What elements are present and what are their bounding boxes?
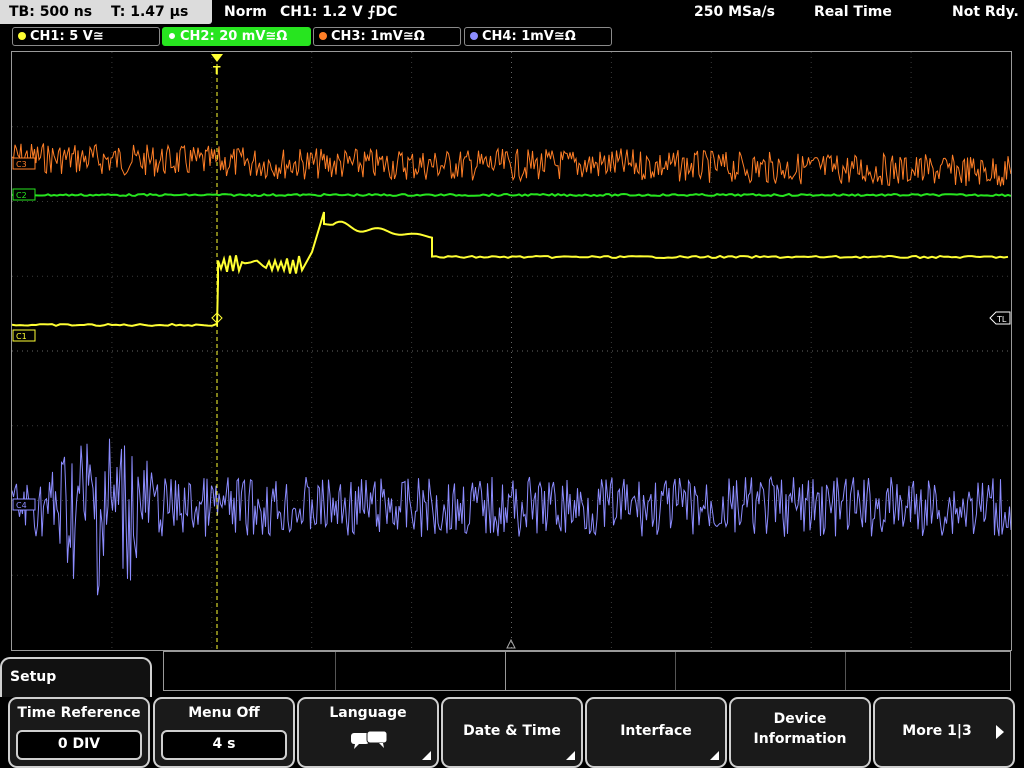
menu-title: Setup (0, 657, 152, 697)
speech-bubble-icon (351, 730, 388, 749)
ch3-offset-marker[interactable]: C3 (12, 157, 36, 170)
softkey-label: Language (329, 705, 407, 721)
channel-tab-ch1[interactable]: CH1: 5 V≅ (12, 27, 160, 46)
sample-rate: 250 MSa/s (694, 4, 776, 20)
channel-tabs: CH1: 5 V≅ CH2: 20 mV≅Ω CH3: 1mV≅Ω CH4: 1… (0, 25, 1024, 49)
trigger-info[interactable]: CH1: 1.2 V ⨍DC (280, 0, 397, 24)
svg-text:T: T (213, 64, 221, 77)
submenu-indicator-icon (566, 751, 575, 760)
submenu-indicator-icon (422, 751, 431, 760)
softkey-label-line1: Device (773, 711, 827, 727)
softkey-label: Date & Time (463, 723, 561, 739)
waveform-canvas[interactable]: C3 C2 C1 C4 TL T (12, 52, 1011, 650)
submenu-indicator-icon (710, 751, 719, 760)
ch2-color-dot (168, 32, 176, 40)
more-softkey[interactable]: More 1|3 (873, 697, 1015, 768)
softkey-label: More 1|3 (902, 723, 972, 739)
time-reference-value[interactable]: 0 DIV (16, 730, 142, 760)
channel-tab-ch4[interactable]: CH4: 1mV≅Ω (464, 27, 612, 46)
svg-text:C2: C2 (16, 191, 27, 200)
trigger-time-value: T: 1.47 µs (110, 4, 189, 20)
ch1-offset-marker[interactable]: C1 (12, 329, 36, 342)
interface-softkey[interactable]: Interface (585, 697, 727, 768)
softkey-label: Menu Off (188, 705, 260, 721)
softkey-info-strip (163, 651, 1011, 691)
softkey-label: Time Reference (17, 705, 141, 721)
time-reference-softkey[interactable]: Time Reference 0 DIV (8, 697, 150, 768)
ch2-waveform (12, 192, 1011, 198)
channel-label: CH1: 5 V≅ (30, 29, 104, 44)
ch1-waveform (12, 211, 1009, 328)
next-page-arrow-icon (996, 725, 1004, 739)
acquisition-state: Not Rdy. (952, 4, 1019, 20)
channel-tab-ch3[interactable]: CH3: 1mV≅Ω (313, 27, 461, 46)
trigger-level-marker[interactable]: TL (989, 311, 1011, 325)
date-time-softkey[interactable]: Date & Time (441, 697, 583, 768)
time-reference-icon (506, 638, 516, 649)
timebase-panel[interactable]: TB: 500 ns T: 1.47 µs (0, 0, 212, 24)
channel-label: CH2: 20 mV≅Ω (180, 29, 288, 44)
svg-text:C4: C4 (16, 501, 27, 510)
graticule (12, 52, 1011, 650)
menu-off-softkey[interactable]: Menu Off 4 s (153, 697, 295, 768)
ch3-color-dot (319, 32, 327, 40)
status-bar: Norm CH1: 1.2 V ⨍DC 250 MSa/s Real Time … (214, 0, 1024, 24)
channel-label: CH4: 1mV≅Ω (482, 29, 576, 44)
menu-off-value[interactable]: 4 s (161, 730, 287, 760)
acquisition-mode: Real Time (814, 4, 892, 20)
channel-tab-ch2[interactable]: CH2: 20 mV≅Ω (162, 27, 311, 46)
channel-label: CH3: 1mV≅Ω (331, 29, 425, 44)
ch3-waveform (12, 143, 1011, 187)
device-information-softkey[interactable]: Device Information (729, 697, 871, 768)
svg-text:C3: C3 (16, 160, 27, 169)
ch4-offset-marker[interactable]: C4 (12, 498, 36, 511)
ch2-offset-marker[interactable]: C2 (12, 188, 36, 201)
svg-text:TL: TL (996, 315, 1007, 324)
softkey-label-line2: Information (753, 731, 847, 747)
svg-text:C1: C1 (16, 332, 27, 341)
language-softkey[interactable]: Language (297, 697, 439, 768)
trigger-mode[interactable]: Norm (224, 0, 267, 24)
timebase-value: TB: 500 ns (9, 4, 93, 20)
ch4-color-dot (470, 32, 478, 40)
trigger-time-marker[interactable]: T (211, 54, 223, 77)
softkey-label: Interface (620, 723, 692, 739)
ch1-color-dot (18, 32, 26, 40)
